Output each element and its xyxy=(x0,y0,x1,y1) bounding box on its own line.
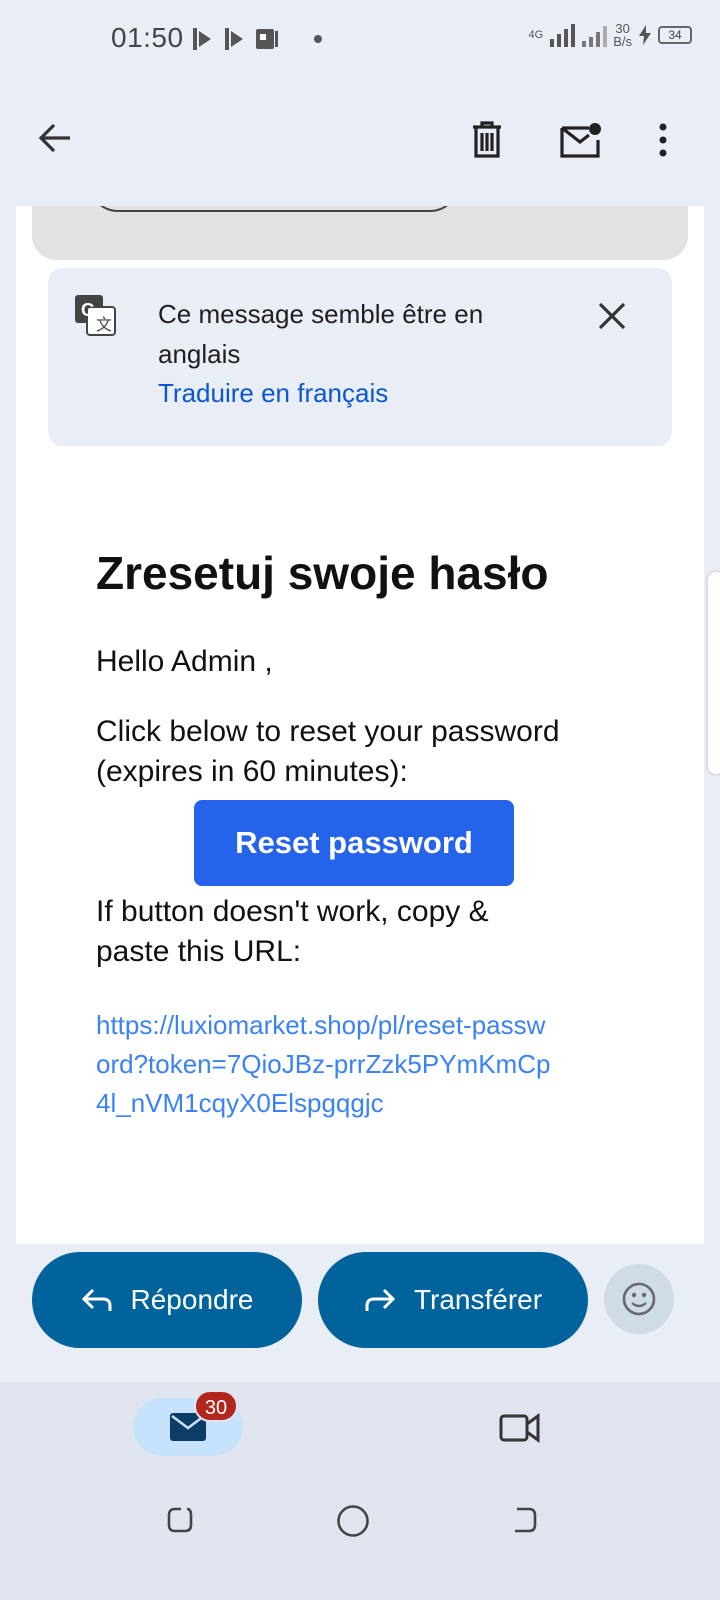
system-recents-button[interactable] xyxy=(160,1500,200,1540)
network-type-label: 4G xyxy=(528,29,544,41)
media-icon xyxy=(193,28,211,50)
reset-password-button[interactable]: Reset password xyxy=(194,800,514,886)
smiley-icon xyxy=(622,1282,656,1316)
reply-icon xyxy=(81,1288,111,1311)
trash-icon xyxy=(473,121,501,158)
status-bar: 01:50 4G 30 B/s 34 xyxy=(0,0,720,82)
email-instruction: Click below to reset your password (expi… xyxy=(96,715,560,788)
status-time: 01:50 xyxy=(111,22,184,53)
more-vert-icon xyxy=(659,123,667,157)
mark-unread-icon xyxy=(560,123,601,158)
system-back-icon xyxy=(515,1507,537,1533)
email-body: G 文 Ce message semble être en anglais Tr… xyxy=(16,206,704,1244)
reply-label: Répondre xyxy=(130,1284,254,1315)
svg-text:G: G xyxy=(81,300,95,320)
forward-button[interactable]: Transférer xyxy=(318,1252,588,1348)
network-speed-unit: B/s xyxy=(613,34,632,49)
signal-icon xyxy=(582,26,608,47)
video-camera-icon xyxy=(499,1413,540,1443)
system-back-button[interactable] xyxy=(504,1500,544,1540)
network-speed: 30 B/s xyxy=(613,22,632,48)
reply-button[interactable]: Répondre xyxy=(32,1252,302,1348)
forward-label: Transférer xyxy=(413,1284,543,1315)
email-greeting: Hello Admin , xyxy=(96,645,273,678)
emoji-reaction-button[interactable] xyxy=(604,1264,674,1334)
home-circle-icon xyxy=(337,1505,369,1537)
system-home-button[interactable] xyxy=(332,1500,374,1542)
notification-icons xyxy=(190,26,322,52)
side-panel-handle[interactable] xyxy=(706,570,720,776)
recents-icon xyxy=(167,1507,193,1533)
previous-message-pill xyxy=(88,206,460,212)
bottom-navigation: 30 xyxy=(0,1382,720,1600)
system-icons: 4G 30 B/s 34 xyxy=(529,22,692,48)
back-arrow-icon xyxy=(38,123,70,153)
close-icon xyxy=(598,302,626,330)
previous-message-block xyxy=(32,206,688,260)
svg-text:文: 文 xyxy=(96,315,112,334)
email-title: Zresetuj swoje hasło xyxy=(96,547,549,599)
nav-meet-tab[interactable] xyxy=(492,1404,548,1450)
email-fallback-text: If button doesn't work, copy & paste thi… xyxy=(96,895,489,968)
app-notification-icon xyxy=(256,29,278,49)
reset-url-link[interactable]: https://luxiomarket.shop/pl/reset-passwo… xyxy=(96,1006,556,1123)
translate-link[interactable]: Traduire en français xyxy=(158,378,388,409)
more-options-button[interactable] xyxy=(646,116,680,164)
back-button[interactable] xyxy=(30,114,78,162)
battery-icon: 34 xyxy=(658,26,692,44)
dismiss-translate-button[interactable] xyxy=(588,296,636,336)
charging-icon xyxy=(639,25,651,45)
google-translate-icon: G 文 xyxy=(75,295,116,336)
delete-button[interactable] xyxy=(464,116,510,164)
translate-banner: G 文 Ce message semble être en anglais Tr… xyxy=(48,268,672,446)
media-icon xyxy=(225,28,243,50)
signal-icon xyxy=(550,24,576,47)
unread-count-badge: 30 xyxy=(194,1390,238,1422)
more-notifications-dot xyxy=(314,35,322,43)
app-bar xyxy=(0,82,720,206)
mark-unread-button[interactable] xyxy=(556,116,606,164)
forward-icon xyxy=(365,1288,396,1311)
translate-message: Ce message semble être en anglais xyxy=(158,299,484,369)
